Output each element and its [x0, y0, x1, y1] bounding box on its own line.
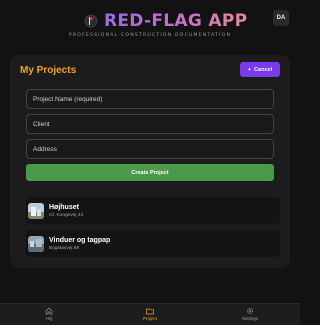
project-name-placeholder: Project Name (required)	[33, 95, 103, 103]
user-avatar[interactable]: DA	[273, 10, 289, 26]
folder-icon	[146, 308, 154, 315]
nav-label-hq: HQ	[45, 316, 53, 321]
client-input[interactable]: Client	[26, 114, 274, 134]
address-placeholder: Address	[33, 145, 57, 153]
nav-label-project: Project	[142, 316, 157, 321]
project-name-input[interactable]: Project Name (required)	[26, 89, 274, 109]
project-list-item[interactable]: Vinduer og tagpap Bogstavvej 66	[26, 230, 280, 257]
project-list-item[interactable]: Højhuset Gl. Kongevej 44	[26, 197, 280, 224]
app-logo: RED-FLAG APP	[84, 10, 247, 32]
nav-label-settings: Settings	[241, 316, 259, 321]
project-address: Bogstavvej 66	[49, 245, 80, 251]
cancel-button[interactable]: + Cancel	[240, 62, 280, 77]
project-name: Vinduer og tagpap	[49, 236, 111, 244]
app-tagline: PROFESSIONAL CONSTRUCTION DOCUMENTATION	[68, 33, 232, 38]
project-thumbnail	[28, 235, 44, 252]
project-address: Gl. Kongevej 44	[49, 212, 84, 218]
home-icon	[45, 307, 53, 315]
client-placeholder: Client	[33, 120, 50, 128]
app-title: RED-FLAG APP	[104, 11, 248, 31]
cancel-button-label: Cancel	[254, 66, 273, 73]
red-flag-logo-icon	[84, 14, 98, 28]
nav-item-project[interactable]: Project	[120, 307, 180, 325]
bottom-nav: HQ Project Settings	[0, 303, 300, 325]
create-project-button[interactable]: Create Project	[26, 164, 274, 181]
project-thumbnail	[28, 202, 44, 219]
projects-card: My Projects + Cancel Project Name (requi…	[10, 55, 290, 268]
address-input[interactable]: Address	[26, 139, 274, 159]
plus-icon: +	[247, 66, 252, 73]
nav-item-settings[interactable]: Settings	[220, 307, 280, 325]
nav-item-hq[interactable]: HQ	[19, 307, 79, 325]
gear-icon	[247, 308, 253, 314]
page-title: My Projects	[20, 65, 77, 76]
project-name: Højhuset	[49, 203, 79, 211]
app-header: RED-FLAG APP PROFESSIONAL CONSTRUCTION D…	[0, 0, 300, 44]
